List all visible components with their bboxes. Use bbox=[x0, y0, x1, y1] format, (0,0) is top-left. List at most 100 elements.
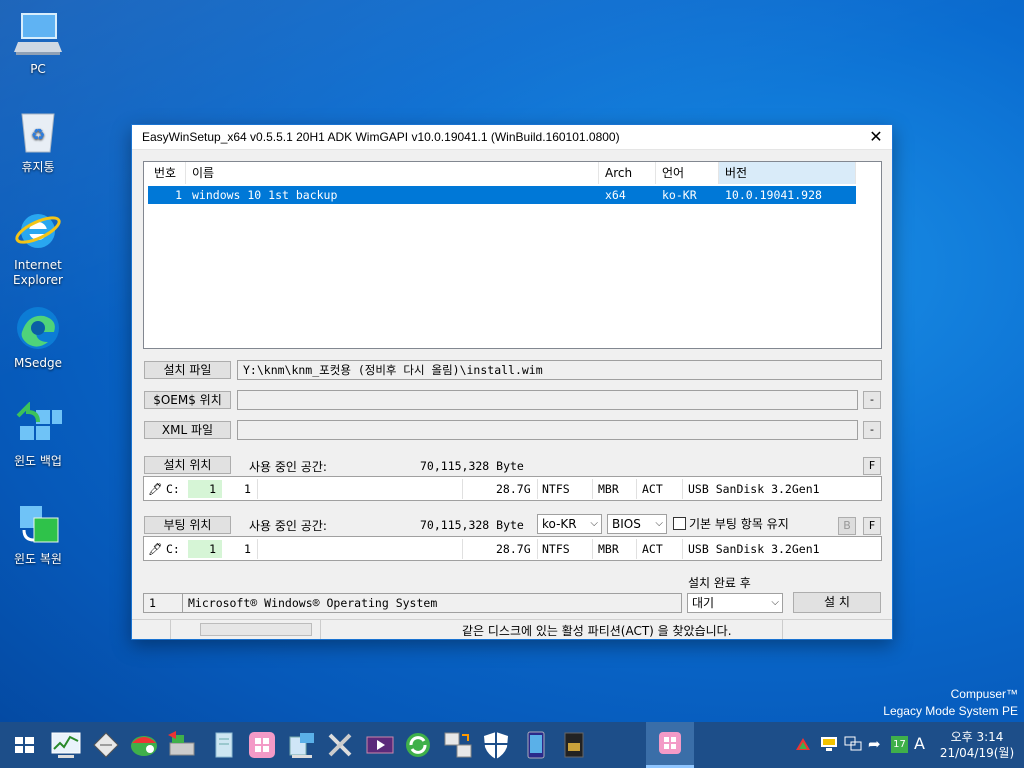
title-bar[interactable]: EasyWinSetup_x64 v0.5.5.1 20H1 ADK WimGA… bbox=[132, 125, 892, 150]
table-row[interactable]: 1 windows 10 1st backup x64 ko-KR 10.0.1… bbox=[148, 186, 856, 204]
phone-icon[interactable] bbox=[520, 729, 552, 761]
desktop-icon-internet-explorer[interactable]: Internet Explorer bbox=[0, 206, 76, 288]
column-divider bbox=[636, 539, 637, 559]
column-divider bbox=[537, 539, 538, 559]
column-divider bbox=[636, 479, 637, 499]
xml-clear-button[interactable]: - bbox=[863, 421, 881, 439]
media-icon[interactable] bbox=[364, 729, 396, 761]
cell-language: ko-KR bbox=[662, 188, 697, 202]
notes-icon[interactable] bbox=[208, 729, 240, 761]
tray-warning-icon[interactable] bbox=[795, 737, 811, 754]
install-file-path[interactable]: Y:\knm\knm_포컷용 (정비후 다시 올림)\install.wim bbox=[237, 360, 882, 380]
recycle-bin-icon: ♻ bbox=[14, 108, 62, 156]
boot-partition-row[interactable]: 🖊 C: 1 1 28.7G NTFS MBR ACT USB SanDisk … bbox=[143, 536, 882, 561]
transfer-icon[interactable] bbox=[442, 729, 474, 761]
backup-icon bbox=[14, 401, 62, 450]
sync-icon[interactable] bbox=[402, 729, 434, 761]
partition-disk: 1 bbox=[188, 540, 222, 558]
desktop-icon-recycle-bin[interactable]: ♻ 휴지통 bbox=[0, 108, 76, 175]
oem-folder-path[interactable] bbox=[237, 390, 858, 410]
xml-file-button[interactable]: XML 파일 bbox=[144, 421, 231, 439]
install-partition-row[interactable]: 🖊 C: 1 1 28.7G NTFS MBR ACT USB SanDisk … bbox=[143, 476, 882, 501]
column-divider bbox=[537, 479, 538, 499]
install-file-button[interactable]: 설치 파일 bbox=[144, 361, 231, 379]
column-divider bbox=[682, 539, 683, 559]
column-header-name[interactable]: 이름 bbox=[186, 162, 599, 184]
oem-folder-button[interactable]: $OEM$ 위치 bbox=[144, 391, 231, 409]
column-header-index[interactable]: 번호 bbox=[148, 162, 186, 184]
tray-calendar-badge[interactable]: 17 bbox=[891, 736, 908, 753]
desktop-icon-label: 휴지통 bbox=[21, 160, 55, 174]
oem-clear-button[interactable]: - bbox=[863, 391, 881, 409]
partition-disk: 1 bbox=[188, 480, 222, 498]
taskbar-active-easywinsetup[interactable] bbox=[646, 722, 694, 768]
column-header-arch[interactable]: Arch bbox=[599, 162, 656, 184]
chevron-down-icon: ⌵ bbox=[590, 518, 598, 529]
tools-icon[interactable] bbox=[324, 729, 356, 761]
ime-indicator[interactable]: A bbox=[914, 734, 925, 753]
chevron-down-icon: ⌵ bbox=[655, 518, 663, 529]
tray-share-icon[interactable]: ➦ bbox=[868, 735, 881, 753]
cell-index: 1 bbox=[175, 188, 182, 202]
desktop-icon-pc[interactable]: PC bbox=[0, 10, 76, 77]
firmware-select[interactable]: BIOS ⌵ bbox=[607, 514, 667, 534]
boot-location-button[interactable]: 부팅 위치 bbox=[144, 516, 231, 534]
partition-number: 1 bbox=[244, 542, 251, 556]
memory-card-icon[interactable] bbox=[558, 729, 590, 761]
status-divider bbox=[170, 620, 171, 639]
desktop-icon-label: 윈도 백업 bbox=[14, 454, 62, 468]
column-divider bbox=[592, 479, 593, 499]
install-location-button[interactable]: 설치 위치 bbox=[144, 456, 231, 474]
tray-network-icon[interactable] bbox=[820, 736, 838, 755]
partition-size: 28.7G bbox=[496, 482, 531, 496]
partition-flag: ACT bbox=[642, 542, 663, 556]
xml-file-path[interactable] bbox=[237, 420, 858, 440]
usb-drive-icon: 🖊 bbox=[148, 542, 163, 556]
partition-size: 28.7G bbox=[496, 542, 531, 556]
close-button[interactable]: ✕ bbox=[860, 125, 892, 149]
start-button[interactable] bbox=[8, 729, 40, 761]
easywinsetup-icon[interactable] bbox=[246, 729, 278, 761]
status-divider bbox=[320, 620, 321, 639]
boot-b-button[interactable]: B bbox=[838, 517, 856, 535]
shield-icon[interactable] bbox=[480, 729, 512, 761]
image-list[interactable]: 번호 이름 Arch 언어 버전 1 windows 10 1st backup… bbox=[143, 161, 882, 349]
taskbar-clock[interactable]: 오후 3:14 21/04/19(월) bbox=[935, 729, 1019, 761]
desktop-icon-backup[interactable]: 윈도 백업 bbox=[0, 401, 76, 469]
restore-icon bbox=[14, 500, 62, 548]
column-divider bbox=[462, 539, 463, 559]
taskbar: ➦ 17 A 오후 3:14 21/04/19(월) bbox=[0, 722, 1024, 768]
partition-drive: C: bbox=[166, 482, 180, 496]
task-manager-icon[interactable] bbox=[50, 729, 82, 761]
clock-time: 오후 3:14 bbox=[950, 730, 1004, 744]
edge-icon bbox=[14, 304, 62, 352]
keep-boot-entry-label: 기본 부팅 항목 유지 bbox=[689, 517, 789, 531]
install-button[interactable]: 설 치 bbox=[793, 592, 881, 613]
disk-tool-icon[interactable] bbox=[90, 729, 122, 761]
after-install-select[interactable]: 대기 ⌵ bbox=[687, 593, 783, 613]
partition-device: USB SanDisk 3.2Gen1 bbox=[688, 542, 820, 556]
install-used-space-value: 70,115,328 Byte bbox=[420, 459, 524, 473]
desktop-icon-label: MSedge bbox=[14, 356, 62, 370]
column-divider bbox=[257, 479, 258, 499]
boot-used-space-label: 사용 중인 공간: bbox=[249, 519, 327, 533]
easywinsetup-window: EasyWinSetup_x64 v0.5.5.1 20H1 ADK WimGA… bbox=[131, 124, 893, 640]
drive-manager-icon[interactable] bbox=[166, 729, 198, 761]
tray-display-icon[interactable] bbox=[844, 736, 862, 755]
boot-format-button[interactable]: F bbox=[863, 517, 881, 535]
column-header-version[interactable]: 버전 bbox=[719, 162, 856, 184]
cell-arch: x64 bbox=[605, 188, 626, 202]
desktop-icon-msedge[interactable]: MSedge bbox=[0, 304, 76, 371]
status-text: 같은 디스크에 있는 활성 파티션(ACT) 을 찾았습니다. bbox=[462, 624, 732, 638]
boot-language-select[interactable]: ko-KR ⌵ bbox=[537, 514, 602, 534]
window-title: EasyWinSetup_x64 v0.5.5.1 20H1 ADK WimGA… bbox=[142, 130, 620, 144]
column-header-language[interactable]: 언어 bbox=[656, 162, 719, 184]
desktop-icon-label: 윈도 복원 bbox=[14, 552, 62, 566]
keep-boot-entry-checkbox[interactable] bbox=[673, 517, 686, 530]
partition-tool-icon[interactable] bbox=[128, 729, 160, 761]
desktop-icon-label: Internet Explorer bbox=[13, 258, 63, 287]
install-format-button[interactable]: F bbox=[863, 457, 881, 475]
network-setup-icon[interactable] bbox=[286, 729, 318, 761]
column-divider bbox=[592, 539, 593, 559]
desktop-icon-restore[interactable]: 윈도 복원 bbox=[0, 500, 76, 567]
